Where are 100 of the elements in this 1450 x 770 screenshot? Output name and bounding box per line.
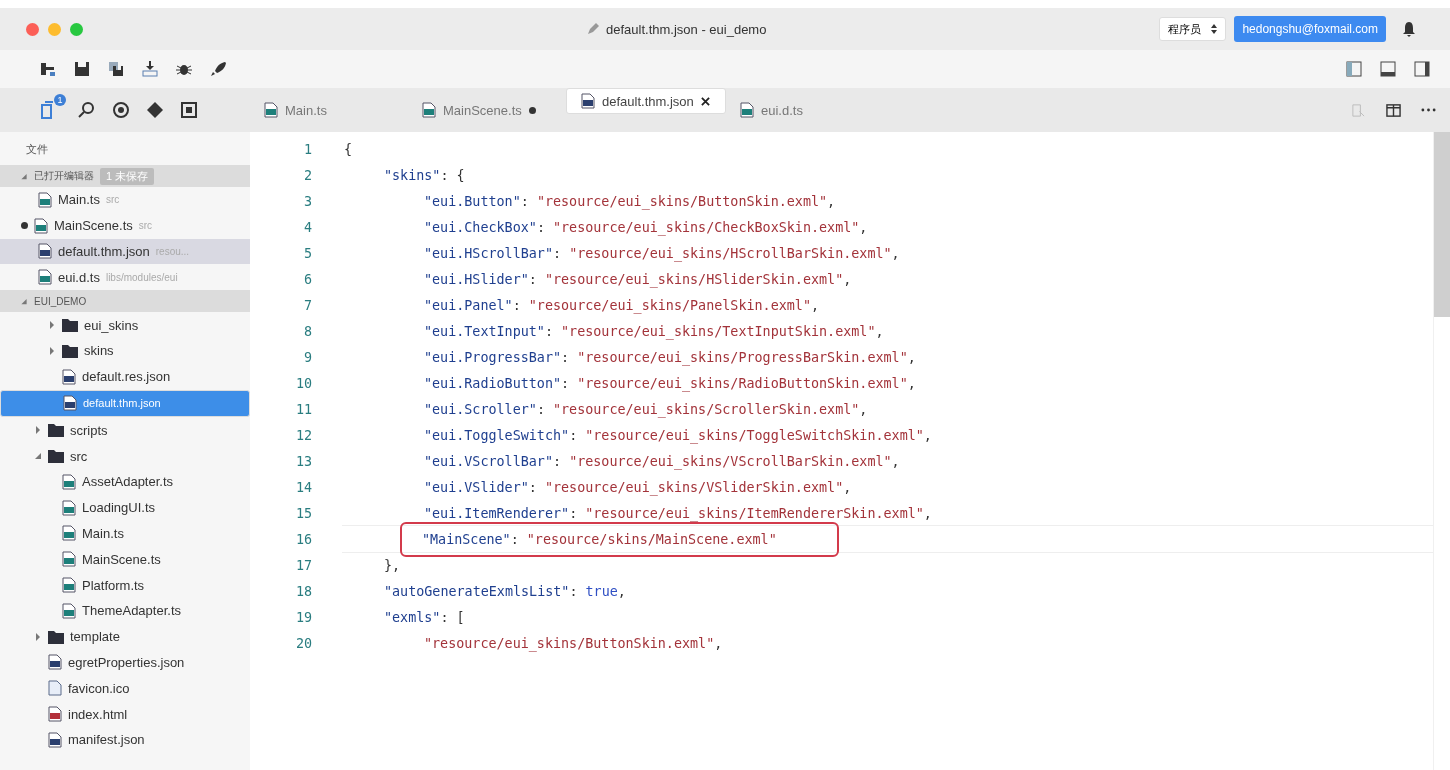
- code-line: "resource/eui_skins/ButtonSkin.exml",: [423, 634, 724, 654]
- code-line: "eui.ToggleSwitch": "resource/eui_skins/ToggleSwitchSkin.exml",: [423, 426, 933, 446]
- line-number: 6: [302, 271, 313, 287]
- line-number: 4: [302, 219, 313, 235]
- tree-item[interactable]: skins: [0, 338, 250, 364]
- code-line: "eui.HSlider": "resource/eui_skins/HSliderSkin.exml",: [423, 270, 853, 290]
- file-icon: [38, 269, 52, 286]
- tree-item[interactable]: manifest.json: [0, 726, 250, 753]
- more-icon[interactable]: [1421, 108, 1436, 112]
- file-icon: [62, 499, 76, 516]
- code-line: "skins": {: [383, 166, 466, 185]
- collapsed-arrow-icon[interactable]: [34, 632, 42, 641]
- bottom-panel-icon[interactable]: [1380, 61, 1396, 77]
- file-icon: [48, 680, 62, 697]
- tree-item[interactable]: MainScene.ts: [0, 546, 250, 573]
- folder-icon: [48, 423, 64, 438]
- split-editor-icon[interactable]: [1386, 102, 1401, 118]
- section-label: EUI_DEMO: [34, 295, 87, 307]
- expanded-arrow-icon[interactable]: [20, 297, 28, 305]
- notification-bell-icon[interactable]: [1402, 21, 1416, 37]
- code-line: "eui.RadioButton": "resource/eui_skins/RadioButtonSkin.exml",: [423, 374, 917, 394]
- file-icon: [62, 602, 76, 619]
- scrollbar-thumb[interactable]: [1434, 132, 1450, 317]
- right-panel-icon[interactable]: [1414, 61, 1430, 77]
- open-editor-item[interactable]: eui.d.ts libs/modules/eui: [0, 264, 250, 291]
- file-icon: [62, 577, 76, 594]
- section-header[interactable]: 已打开编辑器 1 未保存: [0, 165, 250, 187]
- tree-item[interactable]: default.res.json: [0, 363, 250, 390]
- line-number: 13: [294, 453, 313, 469]
- square-icon[interactable]: [180, 101, 198, 119]
- file-icon: [422, 102, 436, 118]
- line-number: 9: [302, 349, 313, 365]
- file-icon: [62, 525, 76, 542]
- diamond-icon[interactable]: [146, 101, 164, 119]
- debug-icon[interactable]: [112, 101, 130, 119]
- section-header[interactable]: EUI_DEMO: [0, 290, 250, 313]
- rocket-icon[interactable]: [210, 61, 226, 77]
- collapsed-arrow-icon[interactable]: [34, 426, 42, 435]
- tree-item[interactable]: ThemeAdapter.ts: [0, 597, 250, 624]
- file-icon: [48, 654, 62, 671]
- tree-item[interactable]: eui_skins: [0, 312, 250, 338]
- tree-item[interactable]: template: [0, 623, 250, 650]
- line-number: 8: [302, 323, 313, 339]
- open-editor-item[interactable]: Main.ts src: [0, 187, 250, 213]
- tree-item[interactable]: Main.ts: [0, 520, 250, 547]
- line-number: 17: [294, 557, 313, 573]
- file-icon: [48, 731, 62, 748]
- editor-tab[interactable]: default.thm.json: [566, 88, 726, 114]
- search-icon[interactable]: [78, 101, 96, 119]
- sidebar-title: 文件: [25, 142, 49, 157]
- role-select[interactable]: 程序员: [1159, 17, 1227, 41]
- tree-item[interactable]: AssetAdapter.ts: [0, 468, 250, 495]
- tree-item[interactable]: scripts: [0, 417, 250, 444]
- tree-item[interactable]: egretProperties.json: [0, 649, 250, 676]
- tree-item[interactable]: index.html: [0, 701, 250, 727]
- tree-item[interactable]: LoadingUI.ts: [0, 494, 250, 521]
- line-number: 18: [294, 583, 313, 599]
- editor-tab[interactable]: Main.ts: [250, 88, 408, 132]
- code-line: "eui.Panel": "resource/eui_skins/PanelSkin.exml",: [423, 296, 821, 316]
- collapsed-arrow-icon[interactable]: [48, 321, 56, 330]
- line-number: 19: [294, 609, 313, 625]
- unsaved-count-badge: 1 未保存: [100, 167, 155, 185]
- line-number: 12: [294, 427, 313, 443]
- save-icon[interactable]: [74, 61, 90, 77]
- code-line: "eui.Scroller": "resource/eui_skins/ScrollerSkin.exml",: [423, 400, 869, 420]
- caret-icon: [1211, 24, 1218, 34]
- collapsed-arrow-icon[interactable]: [48, 346, 56, 355]
- open-editor-item[interactable]: MainScene.ts src: [0, 212, 250, 239]
- editor-tab[interactable]: eui.d.ts: [726, 88, 884, 132]
- new-folder-icon[interactable]: [40, 61, 56, 77]
- code-line: "eui.HScrollBar": "resource/eui_skins/HScrollBarSkin.exml",: [423, 244, 901, 264]
- window-title: default.thm.json - eui_demo: [606, 21, 767, 37]
- save-all-icon[interactable]: [108, 61, 124, 77]
- file-icon: [38, 243, 52, 260]
- line-number: 7: [302, 297, 313, 313]
- file-icon: [62, 368, 76, 385]
- line-number: 5: [302, 245, 313, 261]
- file-icon: [63, 395, 77, 412]
- expanded-arrow-icon[interactable]: [34, 452, 42, 461]
- publish-icon[interactable]: [142, 61, 158, 77]
- pen-icon: [586, 22, 600, 36]
- line-number: 2: [302, 167, 313, 183]
- tree-item[interactable]: Platform.ts: [0, 572, 250, 598]
- folder-icon: [48, 449, 64, 464]
- line-number: 16: [294, 531, 313, 547]
- file-icon: [62, 551, 76, 568]
- folder-icon: [62, 318, 78, 333]
- code-line: "eui.TextInput": "resource/eui_skins/TextInputSkin.exml",: [423, 322, 885, 342]
- tree-item[interactable]: favicon.ico: [0, 675, 250, 702]
- editor-tab[interactable]: MainScene.ts: [408, 88, 566, 132]
- code-line: {: [343, 140, 354, 159]
- file-icon: [34, 217, 48, 234]
- close-icon[interactable]: [700, 96, 710, 106]
- close-button[interactable]: [26, 22, 39, 36]
- folder-icon: [62, 343, 78, 358]
- code-line: },: [383, 556, 402, 575]
- tree-item[interactable]: src: [0, 443, 250, 469]
- folder-icon: [48, 629, 64, 644]
- expanded-arrow-icon[interactable]: [20, 172, 28, 180]
- code-line: "eui.VSlider": "resource/eui_skins/VSliderSkin.exml",: [423, 478, 853, 498]
